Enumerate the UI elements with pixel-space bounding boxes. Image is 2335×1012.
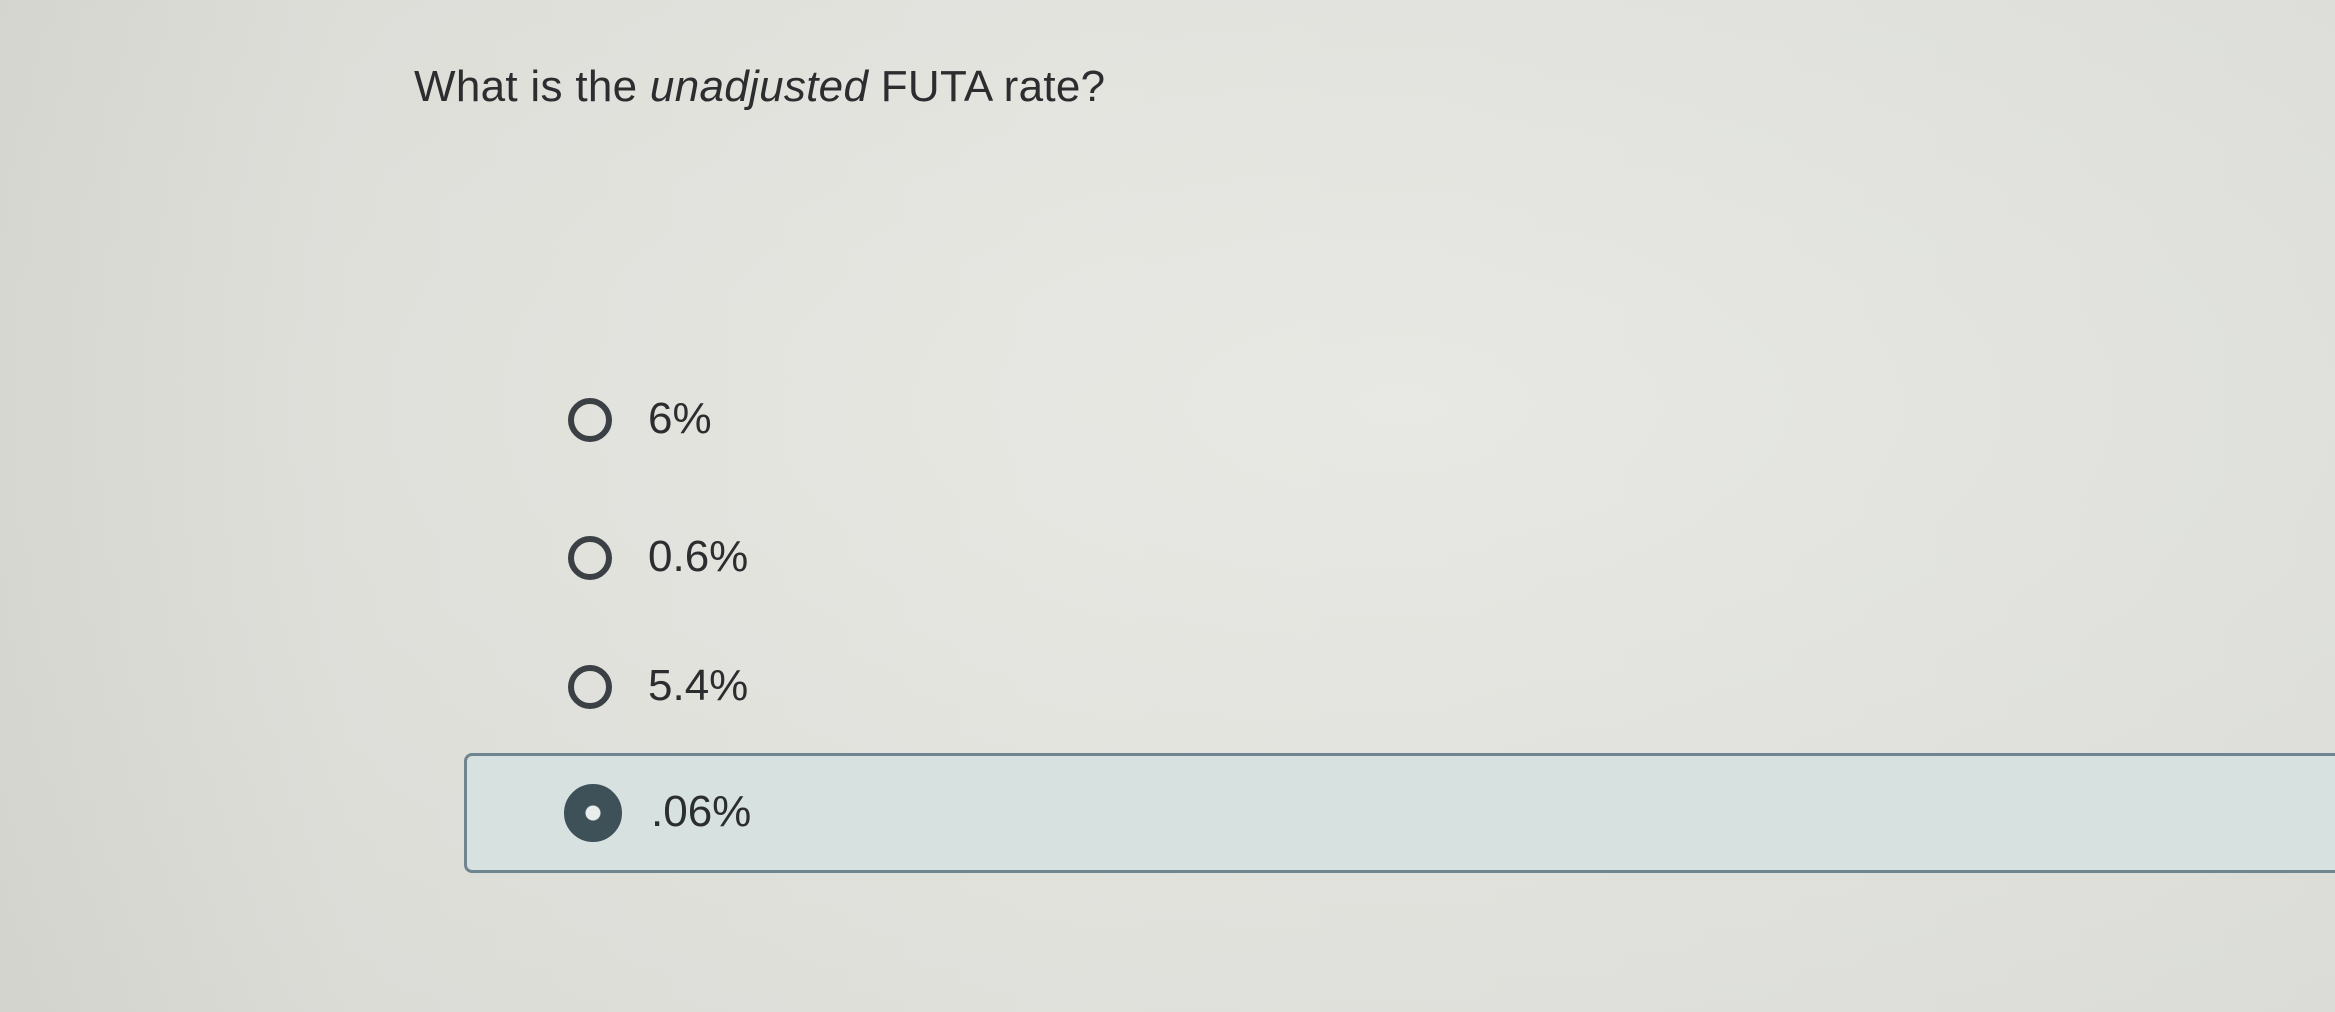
answer-label: 6%: [648, 394, 712, 443]
answer-option-3[interactable]: 5.4%: [464, 627, 2335, 747]
radio-button-icon[interactable]: [568, 665, 612, 709]
answer-label: 0.6%: [648, 532, 749, 581]
answer-option-2[interactable]: 0.6%: [464, 498, 2335, 618]
answer-options: 6% 0.6% 5.4% .06%: [0, 0, 2335, 1012]
radio-button-icon[interactable]: [568, 536, 612, 580]
radio-button-icon[interactable]: [568, 398, 612, 442]
radio-button-selected-icon[interactable]: [564, 784, 622, 842]
answer-label: .06%: [651, 787, 752, 836]
answer-option-1[interactable]: 6%: [464, 360, 2335, 480]
answer-option-4-selected[interactable]: .06%: [464, 753, 2335, 873]
answer-label: 5.4%: [648, 661, 749, 710]
